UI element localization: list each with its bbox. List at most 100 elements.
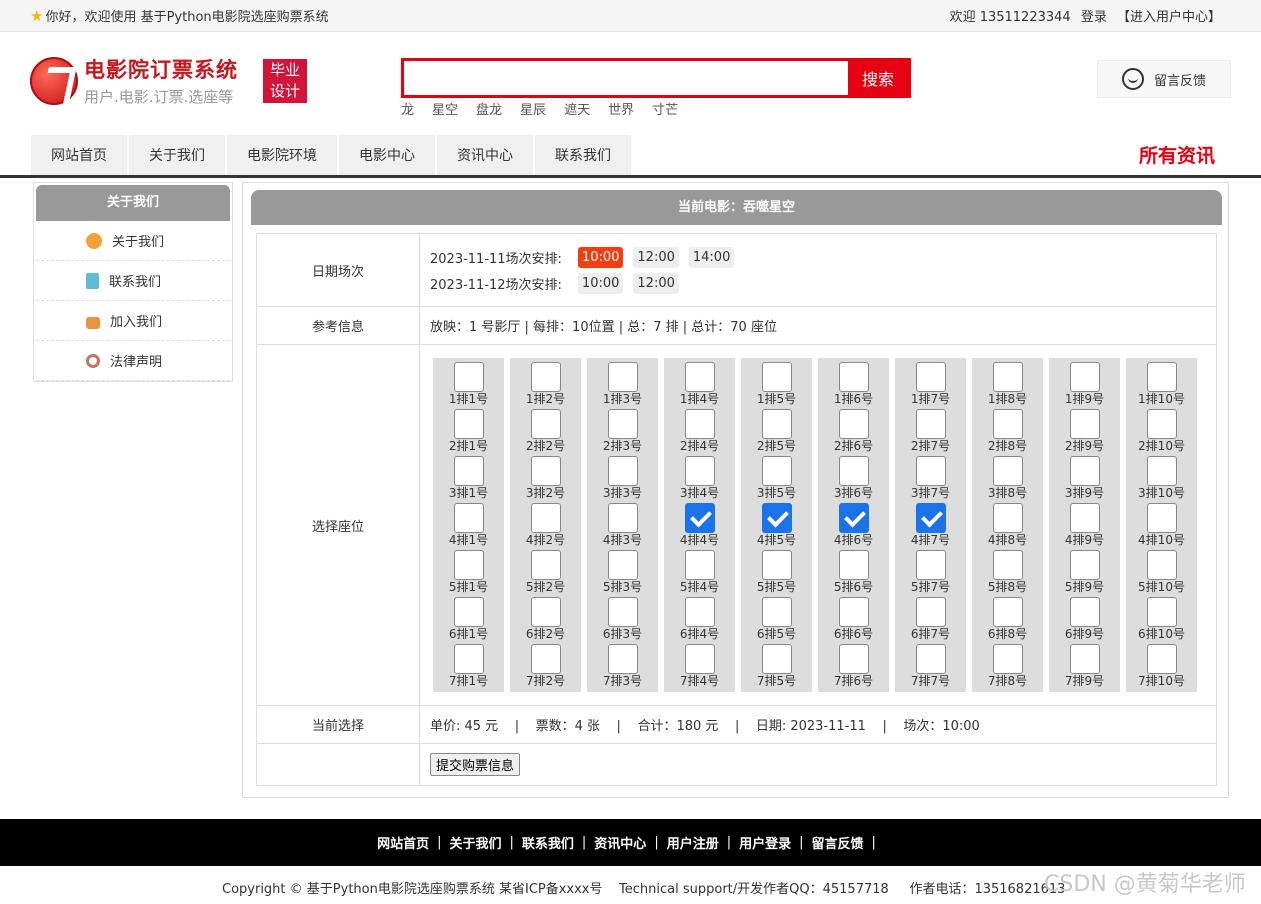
seat-checkbox[interactable] bbox=[915, 456, 946, 486]
seat-checkbox[interactable] bbox=[838, 550, 869, 580]
seat-checkbox[interactable] bbox=[1146, 503, 1177, 533]
seat-checkbox[interactable] bbox=[530, 409, 561, 439]
user-center-link[interactable]: 【进入用户中心】 bbox=[1117, 10, 1221, 25]
seat-checkbox[interactable] bbox=[992, 456, 1023, 486]
sidebar-item[interactable]: 加入我们 bbox=[36, 301, 230, 341]
seat-checkbox[interactable] bbox=[838, 503, 869, 533]
showtime-button[interactable]: 12:00 bbox=[633, 272, 679, 294]
hot-keyword[interactable]: 遮天 bbox=[564, 99, 590, 118]
seat-checkbox[interactable] bbox=[1069, 362, 1100, 392]
seat-checkbox[interactable] bbox=[684, 456, 715, 486]
seat-checkbox[interactable] bbox=[453, 409, 484, 439]
seat-checkbox[interactable] bbox=[1069, 550, 1100, 580]
seat-checkbox[interactable] bbox=[607, 550, 638, 580]
seat-checkbox[interactable] bbox=[761, 409, 792, 439]
seat-checkbox[interactable] bbox=[530, 644, 561, 674]
seat-checkbox[interactable] bbox=[607, 644, 638, 674]
seat-checkbox[interactable] bbox=[838, 409, 869, 439]
seat-checkbox[interactable] bbox=[1069, 409, 1100, 439]
seat-checkbox[interactable] bbox=[1146, 362, 1177, 392]
sidebar-item[interactable]: 联系我们 bbox=[36, 261, 230, 301]
seat-checkbox[interactable] bbox=[838, 597, 869, 627]
seat-checkbox[interactable] bbox=[1146, 550, 1177, 580]
nav-item[interactable]: 资讯中心 bbox=[437, 135, 533, 177]
search-input[interactable] bbox=[404, 61, 848, 95]
seat-checkbox[interactable] bbox=[761, 362, 792, 392]
site-logo[interactable]: 电影院订票系统 用户.电影.订票.选座等 bbox=[30, 54, 238, 107]
showtime-button[interactable]: 10:00 bbox=[577, 246, 624, 268]
seat-checkbox[interactable] bbox=[761, 456, 792, 486]
seat-checkbox[interactable] bbox=[838, 644, 869, 674]
seat-checkbox[interactable] bbox=[684, 550, 715, 580]
seat-checkbox[interactable] bbox=[915, 503, 946, 533]
seat-checkbox[interactable] bbox=[607, 456, 638, 486]
seat-checkbox[interactable] bbox=[992, 644, 1023, 674]
seat-checkbox[interactable] bbox=[992, 550, 1023, 580]
hot-keyword[interactable]: 星辰 bbox=[520, 99, 546, 118]
seat-checkbox[interactable] bbox=[607, 503, 638, 533]
seat-checkbox[interactable] bbox=[1069, 456, 1100, 486]
seat-checkbox[interactable] bbox=[915, 362, 946, 392]
showtime-button[interactable]: 12:00 bbox=[633, 246, 679, 268]
footer-link[interactable]: 留言反馈 bbox=[812, 833, 864, 852]
hot-keyword[interactable]: 世界 bbox=[608, 99, 634, 118]
sidebar-item[interactable]: 关于我们 bbox=[36, 221, 230, 261]
all-news-link[interactable]: 所有资讯 bbox=[1139, 141, 1215, 168]
seat-checkbox[interactable] bbox=[838, 456, 869, 486]
seat-checkbox[interactable] bbox=[530, 597, 561, 627]
search-button[interactable]: 搜索 bbox=[848, 61, 908, 95]
seat-checkbox[interactable] bbox=[992, 597, 1023, 627]
seat-checkbox[interactable] bbox=[607, 597, 638, 627]
footer-link[interactable]: 关于我们 bbox=[449, 833, 501, 852]
footer-link[interactable]: 用户注册 bbox=[667, 833, 719, 852]
seat-checkbox[interactable] bbox=[684, 597, 715, 627]
seat-checkbox[interactable] bbox=[992, 362, 1023, 392]
seat-checkbox[interactable] bbox=[761, 550, 792, 580]
seat-checkbox[interactable] bbox=[915, 550, 946, 580]
showtime-button[interactable]: 14:00 bbox=[688, 246, 735, 268]
footer-link[interactable]: 网站首页 bbox=[377, 833, 429, 852]
seat-checkbox[interactable] bbox=[530, 503, 561, 533]
nav-item[interactable]: 联系我们 bbox=[535, 135, 631, 177]
nav-item[interactable]: 电影中心 bbox=[339, 135, 435, 177]
seat-checkbox[interactable] bbox=[1146, 597, 1177, 627]
seat-checkbox[interactable] bbox=[453, 644, 484, 674]
seat-checkbox[interactable] bbox=[838, 362, 869, 392]
hot-keyword[interactable]: 盘龙 bbox=[476, 99, 502, 118]
seat-checkbox[interactable] bbox=[453, 597, 484, 627]
seat-checkbox[interactable] bbox=[1146, 644, 1177, 674]
hot-keyword[interactable]: 龙 bbox=[401, 99, 414, 118]
hot-keyword[interactable]: 寸芒 bbox=[652, 99, 678, 118]
seat-checkbox[interactable] bbox=[684, 503, 715, 533]
seat-checkbox[interactable] bbox=[761, 597, 792, 627]
login-link[interactable]: 登录 bbox=[1081, 10, 1107, 25]
seat-checkbox[interactable] bbox=[453, 456, 484, 486]
hot-keyword[interactable]: 星空 bbox=[432, 99, 458, 118]
nav-item[interactable]: 关于我们 bbox=[129, 135, 225, 177]
seat-checkbox[interactable] bbox=[530, 550, 561, 580]
nav-item[interactable]: 网站首页 bbox=[31, 135, 127, 177]
seat-checkbox[interactable] bbox=[1146, 456, 1177, 486]
seat-checkbox[interactable] bbox=[992, 409, 1023, 439]
seat-checkbox[interactable] bbox=[453, 362, 484, 392]
footer-link[interactable]: 联系我们 bbox=[522, 833, 574, 852]
seat-checkbox[interactable] bbox=[1069, 644, 1100, 674]
seat-checkbox[interactable] bbox=[453, 503, 484, 533]
seat-checkbox[interactable] bbox=[761, 503, 792, 533]
seat-checkbox[interactable] bbox=[1069, 503, 1100, 533]
nav-item[interactable]: 电影院环境 bbox=[227, 135, 337, 177]
seat-checkbox[interactable] bbox=[915, 644, 946, 674]
seat-checkbox[interactable] bbox=[530, 362, 561, 392]
seat-checkbox[interactable] bbox=[915, 409, 946, 439]
feedback-button[interactable]: 留言反馈 bbox=[1097, 60, 1231, 98]
seat-checkbox[interactable] bbox=[915, 597, 946, 627]
seat-checkbox[interactable] bbox=[607, 409, 638, 439]
seat-checkbox[interactable] bbox=[1069, 597, 1100, 627]
footer-link[interactable]: 用户登录 bbox=[739, 833, 791, 852]
seat-checkbox[interactable] bbox=[992, 503, 1023, 533]
submit-booking-button[interactable]: 提交购票信息 bbox=[430, 753, 521, 776]
seat-checkbox[interactable] bbox=[684, 362, 715, 392]
sidebar-item[interactable]: 法律声明 bbox=[36, 341, 230, 381]
footer-link[interactable]: 资讯中心 bbox=[594, 833, 646, 852]
seat-checkbox[interactable] bbox=[684, 409, 715, 439]
